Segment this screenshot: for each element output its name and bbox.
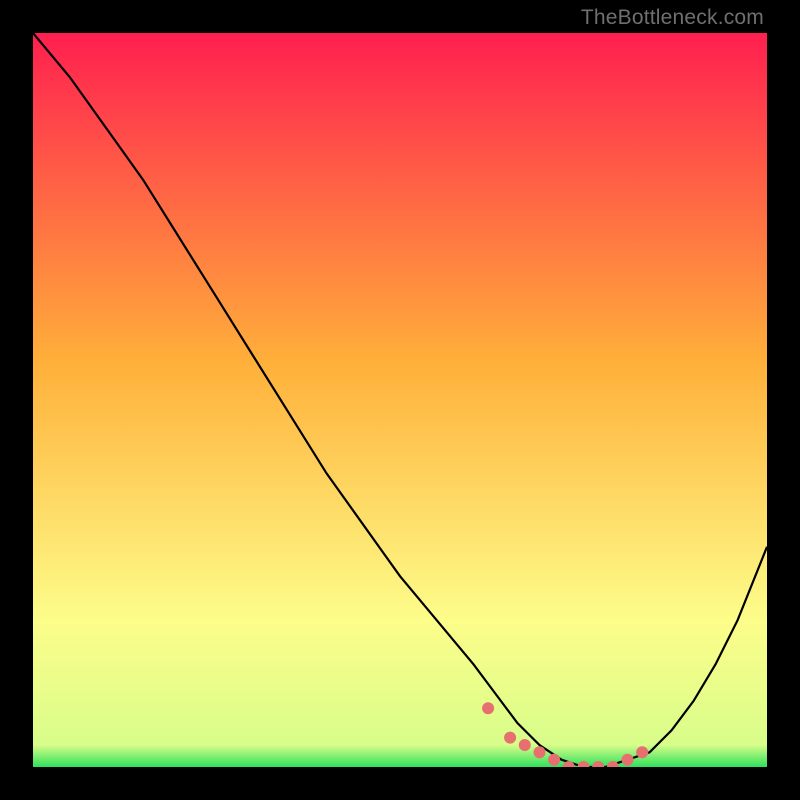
marker-point xyxy=(519,739,531,751)
bottleneck-plot xyxy=(33,33,767,767)
marker-point xyxy=(636,746,648,758)
watermark-label: TheBottleneck.com xyxy=(581,6,764,30)
marker-point xyxy=(482,702,494,714)
marker-point xyxy=(548,754,560,766)
marker-point xyxy=(622,754,634,766)
gradient-background xyxy=(33,33,767,767)
plot-frame xyxy=(33,33,767,767)
marker-point xyxy=(534,746,546,758)
marker-point xyxy=(504,732,516,744)
